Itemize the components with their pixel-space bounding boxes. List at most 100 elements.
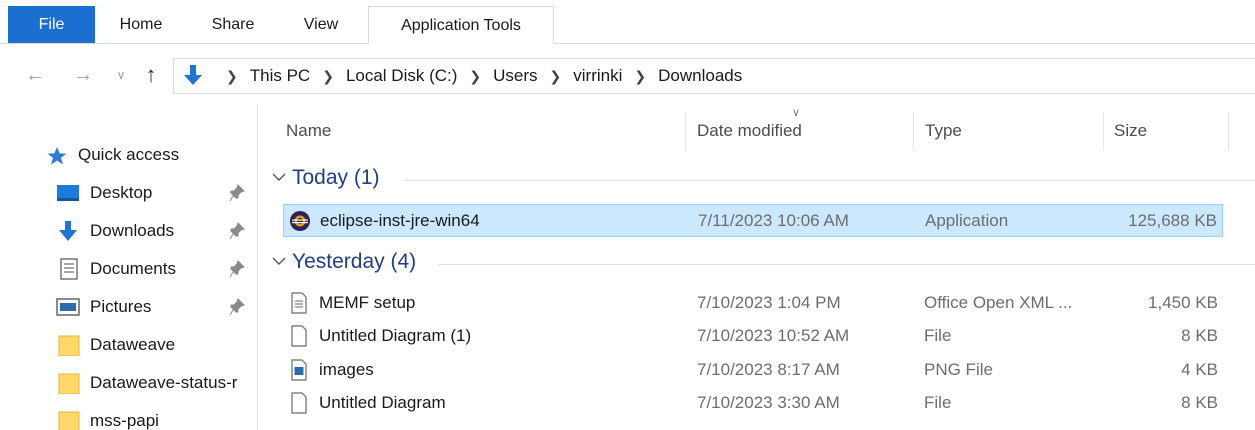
- file-size: 8 KB: [1181, 393, 1218, 412]
- breadcrumb-chevron-icon[interactable]: ❯: [322, 68, 334, 85]
- file-type: File: [924, 326, 952, 345]
- file-name: Untitled Diagram: [319, 393, 446, 412]
- breadcrumb-local-disk[interactable]: Local Disk (C:): [346, 66, 457, 86]
- documents-icon: [60, 258, 78, 280]
- eclipse-app-icon: [290, 211, 310, 231]
- file-type: Application: [925, 211, 1009, 230]
- pin-icon[interactable]: [229, 260, 245, 278]
- folder-icon: [58, 335, 80, 356]
- ribbon-divider: [0, 43, 1255, 44]
- star-icon: [47, 147, 67, 165]
- download-arrow-icon: [184, 65, 202, 85]
- sidebar-item-label: Downloads: [90, 221, 175, 240]
- sidebar-item-downloads[interactable]: Downloads: [0, 214, 258, 248]
- column-divider[interactable]: [913, 112, 914, 150]
- sidebar-item-dataweave[interactable]: Dataweave: [0, 328, 258, 362]
- image-file-icon: [291, 359, 307, 381]
- breadcrumb-downloads[interactable]: Downloads: [658, 66, 742, 86]
- file-size: 8 KB: [1181, 326, 1218, 345]
- download-icon: [59, 221, 77, 241]
- file-row[interactable]: Untitled Diagram 7/10/2023 3:30 AM File …: [283, 387, 1223, 420]
- file-row[interactable]: images 7/10/2023 8:17 AM PNG File 4 KB: [283, 354, 1223, 387]
- back-arrow-icon[interactable]: ←: [24, 64, 46, 86]
- group-header-today[interactable]: Today (1): [270, 164, 1255, 196]
- sidebar-item-documents[interactable]: Documents: [0, 252, 258, 286]
- breadcrumb-users[interactable]: Users: [493, 66, 537, 86]
- file-type: PNG File: [924, 360, 993, 379]
- file-size: 125,688 KB: [1128, 211, 1217, 230]
- group-header-yesterday[interactable]: Yesterday (4): [270, 248, 1255, 280]
- sidebar-item-label: mss-papi: [90, 411, 159, 430]
- file-name: MEMF setup: [319, 293, 416, 312]
- file-size: 1,450 KB: [1148, 293, 1218, 312]
- sidebar-item-label: Desktop: [90, 183, 153, 202]
- tab-share[interactable]: Share: [200, 0, 266, 44]
- group-title: Today (1): [292, 166, 380, 189]
- column-divider[interactable]: [1228, 112, 1229, 150]
- tab-application-tools[interactable]: Application Tools: [368, 6, 554, 44]
- column-header-type[interactable]: Type: [925, 112, 962, 148]
- file-name: images: [319, 360, 374, 379]
- file-date-modified: 7/10/2023 1:04 PM: [697, 293, 841, 312]
- file-date-modified: 7/10/2023 10:52 AM: [697, 326, 850, 345]
- column-divider[interactable]: [685, 112, 686, 150]
- pin-icon[interactable]: [229, 184, 245, 202]
- breadcrumb-chevron-icon[interactable]: ❯: [469, 68, 481, 85]
- group-divider: [405, 180, 1255, 181]
- ribbon: File Home Share View Application Tools: [0, 0, 1255, 44]
- file-row[interactable]: MEMF setup 7/10/2023 1:04 PM Office Open…: [283, 287, 1223, 320]
- sidebar-item-label: Dataweave-status-r: [90, 373, 238, 392]
- column-header-size[interactable]: Size: [1114, 112, 1147, 148]
- collapse-chevron-icon[interactable]: [270, 168, 288, 186]
- file-row[interactable]: eclipse-inst-jre-win64 7/11/2023 10:06 A…: [283, 204, 1223, 237]
- blank-file-icon: [291, 325, 307, 347]
- tab-view[interactable]: View: [292, 0, 350, 44]
- recent-locations-chevron-icon[interactable]: ∨: [110, 64, 132, 86]
- sidebar-item-label: Dataweave: [90, 335, 176, 354]
- file-size: 4 KB: [1181, 360, 1218, 379]
- file-type: File: [924, 393, 952, 412]
- folder-icon: [58, 373, 80, 394]
- column-header-name[interactable]: Name: [286, 112, 331, 148]
- column-header-date-modified[interactable]: Date modified: [697, 112, 802, 148]
- document-icon: [291, 292, 307, 314]
- tab-file[interactable]: File: [8, 6, 95, 43]
- up-arrow-icon[interactable]: ↑: [140, 64, 162, 86]
- desktop-icon: [57, 185, 79, 201]
- file-row[interactable]: Untitled Diagram (1) 7/10/2023 10:52 AM …: [283, 320, 1223, 353]
- sidebar-item-label: Documents: [90, 259, 176, 278]
- breadcrumb-this-pc[interactable]: This PC: [250, 66, 310, 86]
- breadcrumb-chevron-icon[interactable]: ❯: [226, 68, 238, 85]
- column-divider[interactable]: [1103, 112, 1104, 150]
- address-bar[interactable]: ❯ This PC ❯ Local Disk (C:) ❯ Users ❯ vi…: [173, 58, 1255, 94]
- pictures-icon: [56, 298, 80, 316]
- blank-file-icon: [291, 392, 307, 414]
- breadcrumb-chevron-icon[interactable]: ❯: [634, 68, 646, 85]
- sidebar-item-label: Quick access: [78, 145, 180, 164]
- pin-icon[interactable]: [229, 222, 245, 240]
- folder-icon: [58, 411, 80, 430]
- forward-arrow-icon[interactable]: →: [72, 64, 94, 86]
- sidebar-item-desktop[interactable]: Desktop: [0, 176, 258, 210]
- breadcrumb-chevron-icon[interactable]: ❯: [550, 68, 562, 85]
- breadcrumb-virrinki[interactable]: virrinki: [573, 66, 622, 86]
- file-name: Untitled Diagram (1): [319, 326, 472, 345]
- tab-home[interactable]: Home: [108, 0, 174, 44]
- sidebar-item-pictures[interactable]: Pictures: [0, 290, 258, 324]
- group-title: Yesterday (4): [292, 250, 417, 273]
- sidebar-item-dataweave-status[interactable]: Dataweave-status-r: [0, 366, 258, 400]
- navigation-pane: Quick access Desktop Downloads Documents: [0, 104, 258, 430]
- file-date-modified: 7/11/2023 10:06 AM: [698, 211, 849, 230]
- file-date-modified: 7/10/2023 8:17 AM: [697, 360, 840, 379]
- group-divider: [438, 264, 1255, 265]
- file-type: Office Open XML ...: [924, 293, 1073, 312]
- pin-icon[interactable]: [229, 298, 245, 316]
- column-header-row: ∨ Name Date modified Type Size: [270, 107, 1255, 150]
- sidebar-item-label: Pictures: [90, 297, 152, 316]
- collapse-chevron-icon[interactable]: [270, 252, 288, 270]
- sidebar-item-quick-access[interactable]: Quick access: [0, 138, 258, 172]
- navigation-bar: ← → ∨ ↑ ❯ This PC ❯ Local Disk (C:) ❯ Us…: [0, 52, 1255, 100]
- breadcrumb: ❯ This PC ❯ Local Disk (C:) ❯ Users ❯ vi…: [214, 59, 742, 93]
- file-name: eclipse-inst-jre-win64: [320, 211, 480, 230]
- sidebar-item-mss-papi[interactable]: mss-papi: [0, 404, 258, 430]
